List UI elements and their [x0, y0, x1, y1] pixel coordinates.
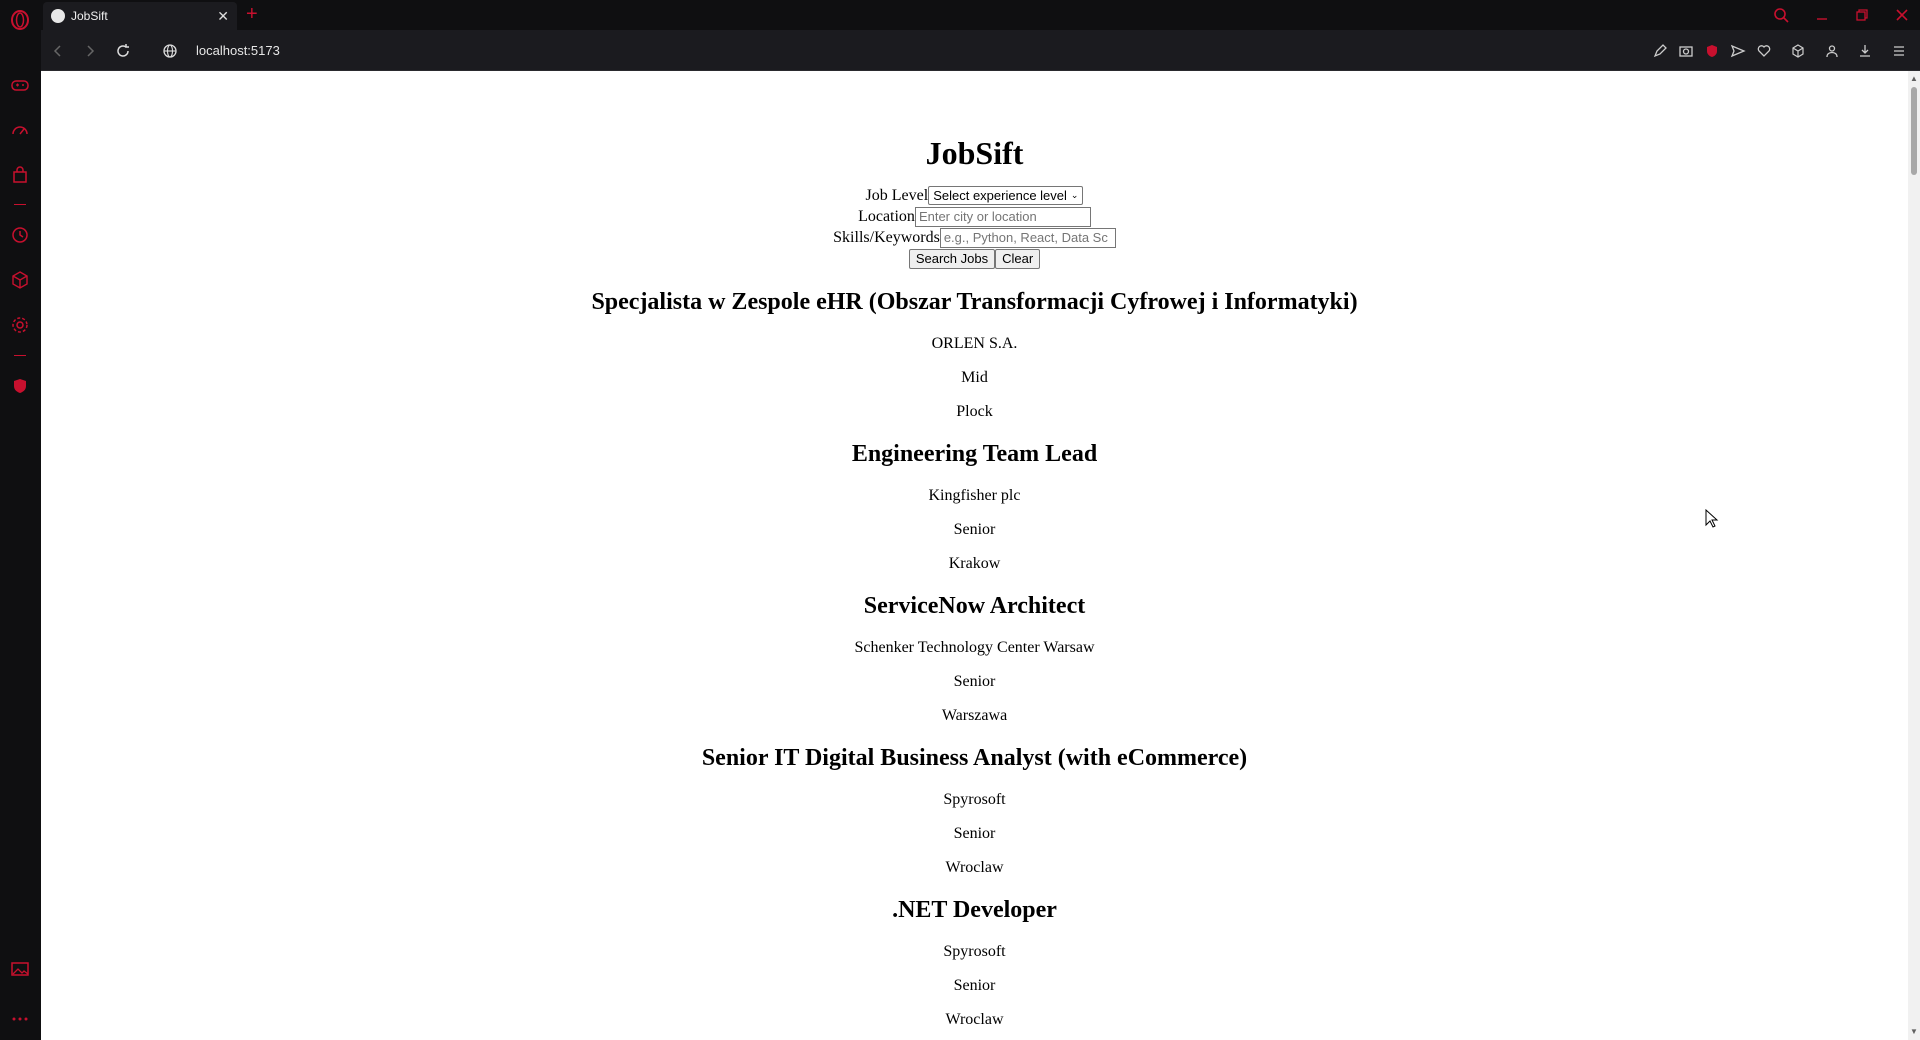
close-window-icon[interactable]: [1890, 4, 1914, 26]
gallery-image-icon[interactable]: [9, 958, 31, 980]
job-level-select[interactable]: Select experience level ⌄: [928, 186, 1084, 205]
chevron-down-icon: ⌄: [1070, 190, 1079, 200]
location-row: Location Enter city or location: [41, 206, 1908, 227]
job-company: Spyrosoft: [943, 791, 1006, 808]
job-location: Wroclaw: [945, 1011, 1004, 1028]
minimize-icon[interactable]: [1810, 4, 1834, 26]
profile-icon[interactable]: [1821, 40, 1843, 62]
skills-label: Skills/Keywords: [833, 229, 940, 246]
send-icon[interactable]: [1727, 40, 1749, 62]
job-title[interactable]: ServiceNow Architect: [41, 589, 1908, 623]
form-buttons-row: Search Jobs Clear: [41, 248, 1908, 269]
reload-icon[interactable]: [112, 40, 134, 62]
job-card: ServiceNow Architect Schenker Technology…: [41, 589, 1908, 725]
scroll-down-arrow-icon[interactable]: ▼: [1910, 1028, 1918, 1036]
job-company: Spyrosoft: [943, 943, 1006, 960]
heart-icon[interactable]: [1753, 40, 1775, 62]
search-form: Job Level Select experience level ⌄ Loca…: [41, 185, 1908, 269]
address-toolbar: localhost:5173: [41, 30, 1920, 71]
sidebar-divider: [14, 355, 26, 356]
skills-input[interactable]: e.g., Python, React, Data Sc: [939, 227, 1116, 248]
tab-strip: JobSift ✕ +: [41, 0, 1920, 30]
page-scrollbar[interactable]: ▲ ▼: [1908, 71, 1920, 1040]
job-location: Wroclaw: [945, 859, 1004, 876]
history-clock-icon[interactable]: [9, 224, 31, 246]
job-title[interactable]: Senior IT Digital Business Analyst (with…: [41, 741, 1908, 775]
job-title[interactable]: Specjalista w Zespole eHR (Obszar Transf…: [41, 285, 1908, 319]
cube-icon[interactable]: [9, 269, 31, 291]
job-company: ORLEN S.A.: [931, 335, 1018, 352]
job-level-row: Job Level Select experience level ⌄: [41, 185, 1908, 206]
job-level-selected-value: Select experience level: [933, 188, 1067, 203]
jobsift-page: JobSift Job Level Select experience leve…: [41, 131, 1908, 1029]
more-dots-icon[interactable]: [9, 1008, 31, 1030]
location-input[interactable]: Enter city or location: [914, 206, 1091, 227]
job-level: Senior: [953, 673, 996, 690]
settings-gear-icon[interactable]: [9, 314, 31, 336]
download-icon[interactable]: [1854, 40, 1876, 62]
gamepad-icon[interactable]: [9, 74, 31, 96]
location-label: Location: [858, 208, 915, 225]
vpn-shield-icon[interactable]: [9, 375, 31, 397]
site-info-globe-icon[interactable]: [159, 40, 181, 62]
clear-button[interactable]: Clear: [995, 248, 1041, 269]
job-company: Schenker Technology Center Warsaw: [854, 639, 1095, 656]
job-level: Senior: [953, 977, 996, 994]
page-title: JobSift: [925, 135, 1024, 171]
scroll-up-arrow-icon[interactable]: ▲: [1910, 75, 1918, 83]
search-jobs-button[interactable]: Search Jobs: [908, 248, 996, 269]
job-level: Senior: [953, 825, 996, 842]
job-title[interactable]: .NET Developer: [41, 893, 1908, 927]
globe-favicon-icon: [51, 9, 65, 23]
job-level-label: Job Level: [865, 187, 929, 204]
job-level: Mid: [961, 369, 988, 386]
restore-icon[interactable]: [1850, 4, 1874, 26]
camera-snapshot-icon[interactable]: [1675, 40, 1697, 62]
job-level: Senior: [953, 521, 996, 538]
new-tab-button[interactable]: +: [246, 4, 258, 24]
edit-icon[interactable]: [1649, 40, 1671, 62]
opera-logo-icon[interactable]: [9, 9, 31, 31]
extensions-cube-icon[interactable]: [1787, 40, 1809, 62]
forward-arrow-icon[interactable]: [79, 40, 101, 62]
job-card: Specjalista w Zespole eHR (Obszar Transf…: [41, 285, 1908, 421]
back-arrow-icon[interactable]: [47, 40, 69, 62]
search-icon[interactable]: [1769, 4, 1793, 26]
job-location: Plock: [956, 403, 993, 420]
adblock-shield-icon[interactable]: [1701, 40, 1723, 62]
mouse-cursor-icon: [1705, 508, 1719, 534]
tab-close-icon[interactable]: ✕: [217, 8, 229, 24]
speedometer-icon[interactable]: [9, 119, 31, 141]
job-company: Kingfisher plc: [928, 487, 1021, 504]
sidebar-divider: [14, 204, 26, 205]
job-card: Engineering Team Lead Kingfisher plc Sen…: [41, 437, 1908, 573]
job-title[interactable]: Engineering Team Lead: [41, 437, 1908, 471]
menu-hamburger-icon[interactable]: [1888, 40, 1910, 62]
job-card: .NET Developer Spyrosoft Senior Wroclaw: [41, 893, 1908, 1029]
browser-sidebar: [0, 0, 41, 1040]
skills-row: Skills/Keywords e.g., Python, React, Dat…: [41, 227, 1908, 248]
page-viewport: JobSift Job Level Select experience leve…: [41, 71, 1908, 1040]
address-url[interactable]: localhost:5173: [196, 43, 280, 58]
job-location: Warszawa: [941, 707, 1008, 724]
job-location: Krakow: [948, 555, 1001, 572]
tab-jobsift[interactable]: JobSift ✕: [43, 2, 237, 30]
shop-bag-icon[interactable]: [9, 164, 31, 186]
tab-title: JobSift: [71, 9, 108, 23]
scrollbar-thumb[interactable]: [1911, 87, 1917, 175]
job-card: Senior IT Digital Business Analyst (with…: [41, 741, 1908, 877]
